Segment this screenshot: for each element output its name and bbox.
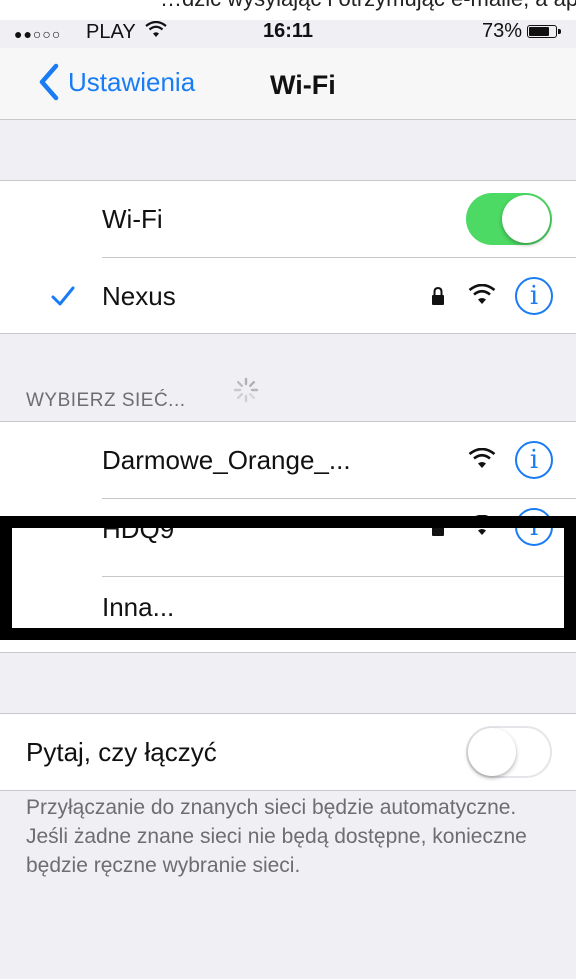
- wifi-icon: [468, 448, 496, 468]
- wifi-icon: [468, 284, 496, 304]
- network-name: HDQ9: [102, 514, 175, 544]
- lock-icon: [432, 517, 444, 536]
- wifi-label: Wi-Fi: [102, 204, 163, 234]
- network-info-button[interactable]: i: [515, 441, 553, 479]
- battery-percent: 73%: [482, 20, 523, 42]
- ask-to-join-group: Pytaj, czy łączyć: [0, 713, 576, 791]
- wifi-group: Wi-Fi Nexus i: [0, 180, 576, 334]
- connected-network-row[interactable]: Nexus i: [0, 258, 576, 334]
- network-row[interactable]: HDQ9 i: [0, 499, 576, 575]
- network-name: Darmowe_Orange_...: [102, 445, 351, 475]
- wifi-toggle-row: Wi-Fi: [0, 181, 576, 257]
- page-title: Wi-Fi: [270, 70, 336, 100]
- network-info-button[interactable]: i: [515, 508, 553, 546]
- network-row[interactable]: Darmowe_Orange_... i: [0, 422, 576, 498]
- section-header: WYBIERZ SIEĆ...: [26, 390, 186, 411]
- ask-to-join-row: Pytaj, czy łączyć: [0, 714, 576, 790]
- network-info-button[interactable]: i: [515, 277, 553, 315]
- back-label: Ustawienia: [68, 66, 196, 97]
- footer-description: Przyłączanie do znanych sieci będzie aut…: [26, 796, 527, 877]
- ask-to-join-label: Pytaj, czy łączyć: [26, 737, 217, 767]
- lock-icon: [432, 286, 444, 305]
- checkmark-icon: [51, 286, 75, 306]
- ask-to-join-toggle[interactable]: [466, 726, 552, 778]
- battery-icon: [527, 25, 561, 38]
- other-network-row[interactable]: Inna...: [0, 577, 576, 653]
- connected-network-name: Nexus: [102, 281, 176, 311]
- network-list: Darmowe_Orange_... i HDQ9 i Inna...: [0, 421, 576, 653]
- wifi-icon: [468, 515, 496, 535]
- back-button[interactable]: Ustawienia: [34, 62, 195, 102]
- wifi-toggle[interactable]: [466, 193, 552, 245]
- chevron-left-icon: [39, 63, 59, 101]
- other-network-label: Inna...: [102, 592, 175, 622]
- loading-spinner-icon: [233, 377, 259, 403]
- navigation-bar: Ustawienia Wi-Fi: [0, 48, 576, 120]
